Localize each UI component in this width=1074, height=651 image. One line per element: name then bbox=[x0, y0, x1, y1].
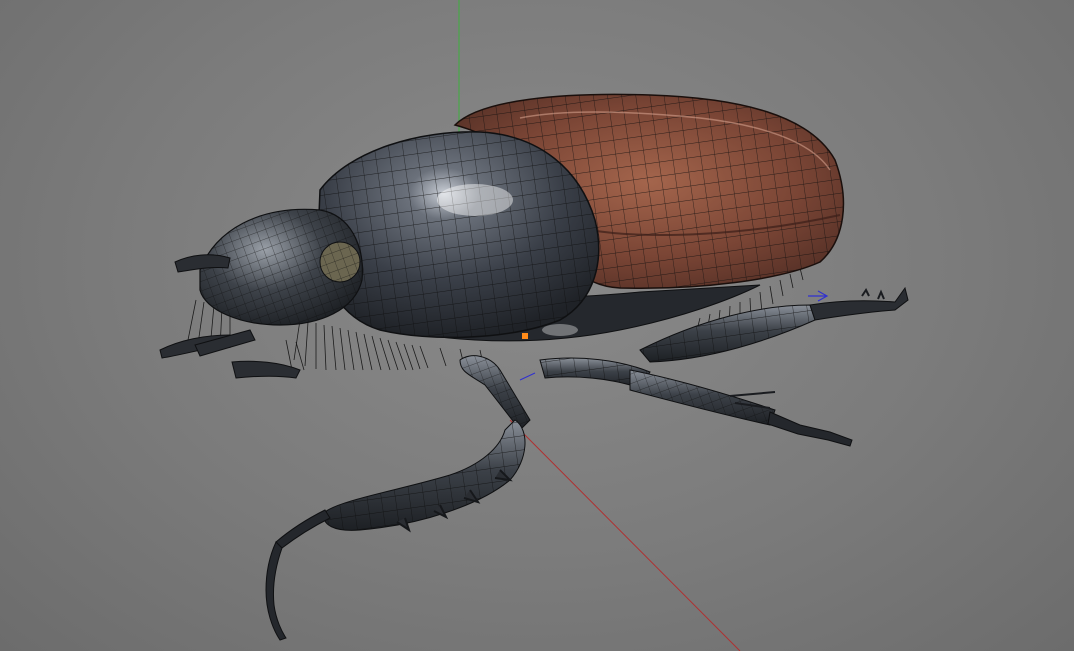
z-axis-line bbox=[519, 372, 536, 381]
x-axis-line bbox=[509, 419, 741, 651]
3d-viewport[interactable] bbox=[0, 0, 1074, 651]
beetle-model[interactable] bbox=[159, 93, 909, 641]
z-axis-arrow bbox=[808, 290, 829, 302]
middle-leg-right bbox=[539, 357, 853, 447]
pronotum-shell bbox=[317, 131, 600, 339]
front-leg-left bbox=[265, 355, 531, 641]
viewport-canvas[interactable] bbox=[0, 0, 1074, 651]
pivot-marker[interactable] bbox=[522, 333, 528, 339]
